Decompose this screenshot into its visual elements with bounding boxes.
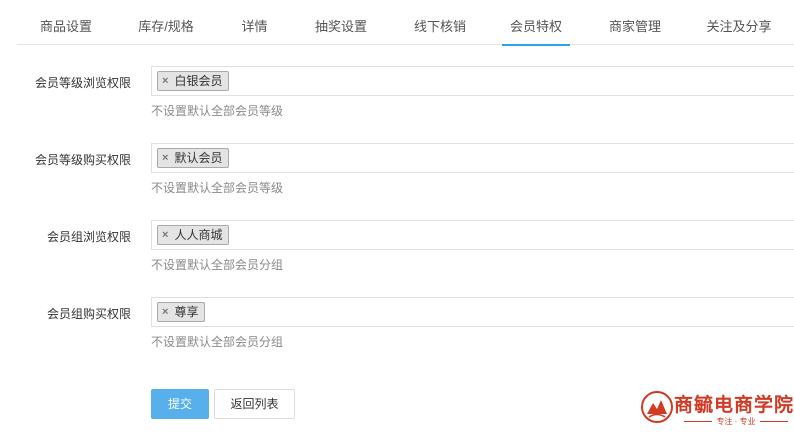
selected-tag: × 尊享 — [157, 302, 206, 322]
remove-tag-icon[interactable]: × — [162, 149, 168, 167]
member-level-buy-hint: 不设置默认全部会员等级 — [151, 181, 284, 195]
member-group-browse-label: 会员组浏览权限 — [46, 230, 131, 244]
tab-offline-verify[interactable]: 线下核销 — [405, 0, 475, 45]
logo-emblem-icon — [641, 391, 673, 423]
tag-label: 尊享 — [174, 305, 199, 319]
member-level-browse-select[interactable]: × 白银会员 — [151, 66, 794, 96]
member-group-buy-select[interactable]: × 尊享 — [151, 297, 794, 327]
tab-goods-settings[interactable]: 商品设置 — [27, 0, 105, 45]
tab-stock-spec[interactable]: 库存/规格 — [127, 0, 205, 45]
tab-follow-share[interactable]: 关注及分享 — [696, 0, 782, 45]
member-level-browse-label: 会员等级浏览权限 — [34, 76, 131, 90]
tab-merchant-management[interactable]: 商家管理 — [600, 0, 670, 45]
member-level-browse-hint: 不设置默认全部会员等级 — [151, 104, 284, 118]
logo-slogan: 专注 · 专业 — [680, 416, 792, 427]
logo-name: 商毓电商学院 — [674, 394, 794, 416]
selected-tag: × 默认会员 — [157, 148, 230, 168]
back-to-list-button[interactable]: 返回列表 — [214, 389, 295, 419]
remove-tag-icon[interactable]: × — [162, 226, 168, 244]
member-level-buy-select[interactable]: × 默认会员 — [151, 143, 794, 173]
tag-label: 人人商城 — [174, 228, 223, 242]
remove-tag-icon[interactable]: × — [162, 303, 168, 321]
member-group-buy-label: 会员组购买权限 — [46, 307, 131, 321]
tab-bar: 商品设置 库存/规格 详情 抽奖设置 线下核销 会员特权 商家管理 关注及分享 — [17, 0, 794, 46]
selected-tag: × 人人商城 — [157, 225, 230, 245]
selected-tag: × 白银会员 — [157, 71, 230, 91]
member-group-buy-hint: 不设置默认全部会员分组 — [151, 335, 284, 349]
tab-member-privileges[interactable]: 会员特权 — [502, 0, 570, 46]
tab-lottery-settings[interactable]: 抽奖设置 — [306, 0, 376, 45]
member-group-browse-select[interactable]: × 人人商城 — [151, 220, 794, 250]
tag-label: 白银会员 — [174, 74, 223, 88]
remove-tag-icon[interactable]: × — [162, 72, 168, 90]
brand-logo: 商毓电商学院 专注 · 专业 — [638, 388, 794, 433]
tag-label: 默认会员 — [174, 151, 223, 165]
member-level-buy-label: 会员等级购买权限 — [34, 153, 131, 167]
tab-details[interactable]: 详情 — [227, 0, 282, 45]
submit-button[interactable]: 提交 — [151, 389, 209, 419]
member-group-browse-hint: 不设置默认全部会员分组 — [151, 258, 284, 272]
